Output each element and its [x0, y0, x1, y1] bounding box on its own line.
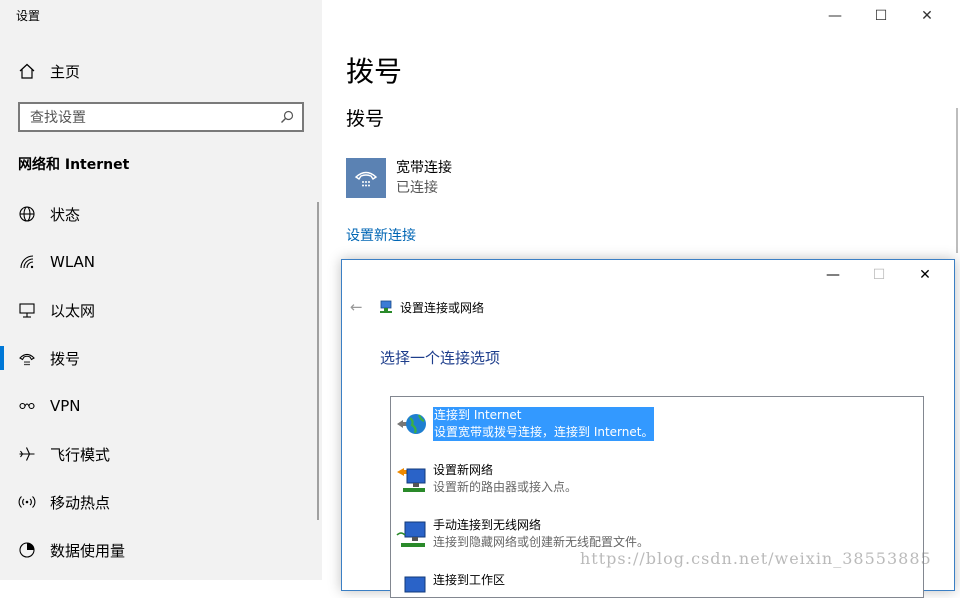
airplane-icon: [19, 447, 35, 461]
option-workplace[interactable]: 连接到工作区: [395, 572, 506, 597]
option-title: 连接到 Internet: [434, 408, 522, 422]
search-placeholder: 查找设置: [30, 110, 86, 126]
maximize-button[interactable]: ☐: [858, 4, 904, 28]
sidebar-item-hotspot[interactable]: 移动热点: [0, 478, 322, 526]
setup-new-connection-link[interactable]: 设置新连接: [346, 225, 416, 245]
ethernet-icon: [19, 303, 35, 318]
sidebar-item-data-usage[interactable]: 数据使用量: [0, 526, 322, 574]
option-title: 设置新网络: [433, 463, 494, 477]
close-button[interactable]: ✕: [904, 4, 950, 28]
dialup-connection[interactable]: 宽带连接 已连接: [346, 158, 452, 198]
section-heading: 拨号: [346, 108, 385, 130]
sidebar-item-label: 状态: [50, 205, 81, 224]
sidebar-item-label: 数据使用量: [50, 541, 126, 560]
sidebar-item-dialup[interactable]: 拨号: [0, 334, 322, 382]
back-arrow-icon[interactable]: ←: [350, 298, 370, 316]
dialog-close-button[interactable]: ✕: [902, 264, 948, 286]
window-controls: — ☐ ✕: [812, 4, 950, 28]
workplace-icon: [404, 576, 426, 593]
option-connect-internet[interactable]: 连接到 Internet 设置宽带或拨号连接，连接到 Internet。: [395, 407, 655, 441]
phone-icon: [354, 171, 378, 187]
option-title: 手动连接到无线网络: [433, 518, 542, 532]
data-usage-icon: [19, 542, 35, 558]
sidebar-item-vpn[interactable]: VPN: [0, 382, 322, 430]
watermark: https://blog.csdn.net/weixin_38553885: [580, 549, 932, 568]
sidebar-item-label: 飞行模式: [50, 445, 111, 464]
search-icon: [281, 110, 294, 123]
setup-connection-dialog: — ☐ ✕ ← 设置连接或网络 选择一个连接选项 连接到 Internet 设置…: [341, 259, 955, 598]
main-scrollbar[interactable]: [956, 108, 958, 253]
minimize-button[interactable]: —: [812, 4, 858, 28]
search-input[interactable]: 查找设置: [18, 102, 304, 132]
hotspot-icon: [18, 496, 36, 508]
connection-tile: [346, 158, 386, 198]
dialog-title: 设置连接或网络: [400, 300, 485, 315]
option-description: 设置新的路由器或接入点。: [433, 480, 578, 494]
sidebar-item-label: 以太网: [50, 301, 96, 320]
sidebar-item-label: 移动热点: [50, 493, 111, 512]
vpn-icon: [19, 402, 35, 410]
home-button[interactable]: 主页: [18, 60, 80, 82]
home-label: 主页: [50, 62, 81, 81]
dialog-maximize-button: ☐: [872, 267, 886, 283]
sidebar-item-ethernet[interactable]: 以太网: [0, 286, 322, 334]
option-new-network[interactable]: 设置新网络 设置新的路由器或接入点。: [395, 462, 577, 496]
home-icon: [19, 63, 35, 79]
network-setup-icon: [380, 300, 392, 313]
sidebar-item-label: WLAN: [50, 253, 96, 271]
sidebar-item-label: VPN: [50, 397, 81, 415]
globe-icon: [19, 206, 35, 222]
sidebar-scrollbar[interactable]: [317, 202, 319, 520]
page-title: 拨号: [346, 55, 403, 88]
connection-status: 已连接: [396, 180, 438, 196]
globe-internet-icon: [397, 414, 426, 434]
dialog-header: ← 设置连接或网络: [350, 298, 484, 316]
connection-name: 宽带连接: [396, 160, 452, 176]
app-title: 设置: [16, 9, 41, 23]
dialog-minimize-button[interactable]: —: [810, 264, 856, 286]
option-title: 连接到工作区: [433, 573, 506, 587]
sidebar-item-label: 拨号: [50, 349, 81, 368]
dialog-window-controls: — ☐ ✕: [810, 264, 948, 286]
sidebar-item-status[interactable]: 状态: [0, 190, 322, 238]
option-manual-wireless[interactable]: 手动连接到无线网络 连接到隐藏网络或创建新无线配置文件。: [395, 517, 649, 551]
sidebar-nav: 状态 WLAN 以太网 拨号 VPN 飞行模式 移动热点 数据使用量: [0, 190, 322, 574]
new-network-icon: [397, 468, 426, 492]
sidebar-item-wlan[interactable]: WLAN: [0, 238, 322, 286]
dialog-heading: 选择一个连接选项: [380, 349, 501, 367]
settings-sidebar: 设置 主页 查找设置 网络和 Internet 状态 WLAN 以太网 拨号 V…: [0, 0, 322, 580]
option-description: 设置宽带或拨号连接，连接到 Internet。: [434, 425, 654, 439]
section-title: 网络和 Internet: [18, 157, 130, 173]
sidebar-item-airplane[interactable]: 飞行模式: [0, 430, 322, 478]
wifi-icon: [20, 255, 34, 269]
wireless-network-icon: [396, 521, 426, 547]
phone-icon: [19, 353, 35, 366]
